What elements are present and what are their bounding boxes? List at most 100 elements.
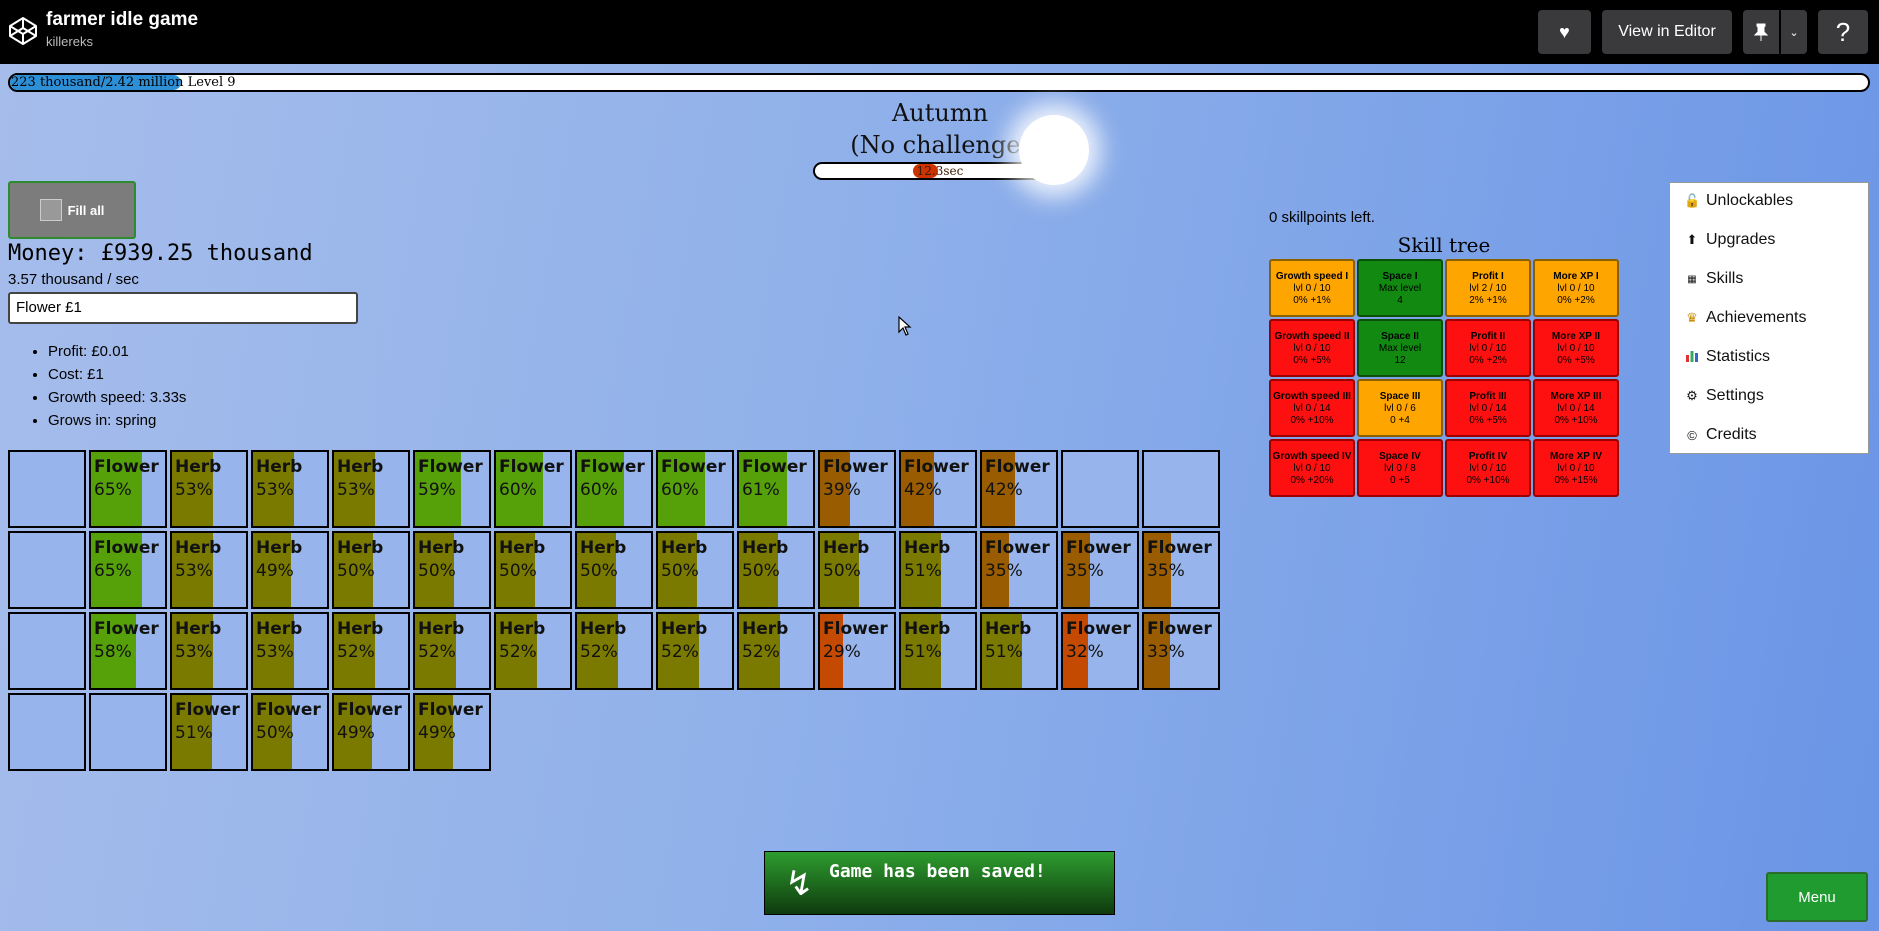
plot-cell[interactable]: Herb 52% (413, 612, 491, 690)
empty-plot-cell[interactable] (8, 531, 86, 609)
skill-node[interactable]: Profit Ilvl 2 / 10 2% +1% (1445, 259, 1531, 317)
plant-name: Flower (904, 457, 969, 477)
plot-cell[interactable]: Herb 52% (656, 612, 734, 690)
plot-cell[interactable]: Flower 49% (413, 693, 491, 771)
plot-cell[interactable]: Herb 52% (494, 612, 572, 690)
empty-plot-cell[interactable] (1061, 450, 1139, 528)
plot-cell[interactable]: Herb 49% (251, 531, 329, 609)
plot-cell[interactable]: Herb 53% (170, 612, 248, 690)
skill-name: Space III (1379, 391, 1421, 402)
plot-cell[interactable]: Herb 53% (251, 612, 329, 690)
growth-percent: 33% (1147, 642, 1185, 662)
view-in-editor-button[interactable]: View in Editor (1602, 10, 1732, 54)
skill-node[interactable]: More XP IV lvl 0 / 10 0% +15% (1533, 439, 1619, 497)
plot-cell[interactable]: Herb 53% (332, 450, 410, 528)
menu-item-credits[interactable]: © Credits (1684, 426, 1756, 444)
plot-cell[interactable]: Flower 60% (575, 450, 653, 528)
help-button[interactable]: ? (1818, 10, 1868, 54)
empty-plot-cell[interactable] (8, 693, 86, 771)
skill-node[interactable]: Growth speed IV lvl 0 / 10 0% +20% (1269, 439, 1355, 497)
pen-title[interactable]: farmer idle game (46, 9, 198, 31)
pin-button[interactable] (1743, 10, 1779, 54)
skill-node[interactable]: Growth speed Ilvl 0 / 10 0% +1% (1269, 259, 1355, 317)
menu-item-achievements[interactable]: ♛ Achievements (1684, 309, 1806, 327)
plot-cell[interactable]: Herb 50% (656, 531, 734, 609)
plot-cell[interactable]: Herb 50% (494, 531, 572, 609)
skill-node[interactable]: Growth speed II lvl 0 / 10 0% +5% (1269, 319, 1355, 377)
skill-node[interactable]: Space I Max level 4 (1357, 259, 1443, 317)
skill-name: Profit III (1469, 391, 1507, 402)
skill-node[interactable]: Growth speed III lvl 0 / 14 0% +10% (1269, 379, 1355, 437)
empty-plot-cell[interactable] (89, 693, 167, 771)
skill-node[interactable]: More XP III lvl 0 / 14 0% +10% (1533, 379, 1619, 437)
plot-cell[interactable]: Flower 32% (1061, 612, 1139, 690)
codepen-logo-icon[interactable] (8, 16, 38, 46)
plot-cell[interactable]: Flower 51% (170, 693, 248, 771)
growth-percent: 32% (1066, 642, 1104, 662)
plot-cell[interactable]: Flower 65% (89, 450, 167, 528)
plot-cell[interactable]: Flower 35% (1142, 531, 1220, 609)
plot-cell[interactable]: Flower 35% (980, 531, 1058, 609)
skill-name: Profit II (1470, 331, 1506, 342)
plot-cell[interactable]: Herb 50% (332, 531, 410, 609)
plot-cell[interactable]: Herb 50% (575, 531, 653, 609)
plot-cell[interactable]: Flower 39% (818, 450, 896, 528)
skill-node[interactable]: Profit III lvl 0 / 14 0% +5% (1445, 379, 1531, 437)
plant-name: Flower (661, 457, 726, 477)
plot-cell[interactable]: Flower 50% (251, 693, 329, 771)
growth-percent: 42% (985, 480, 1023, 500)
plot-cell[interactable]: Herb 52% (737, 612, 815, 690)
menu-item-unlockables[interactable]: 🔓 Unlockables (1684, 192, 1793, 210)
save-notification-text: Game has been saved! (829, 861, 1046, 882)
like-button[interactable]: ♥ (1538, 10, 1591, 54)
plot-cell[interactable]: Flower 42% (980, 450, 1058, 528)
plot-cell[interactable]: Herb 52% (332, 612, 410, 690)
pen-author[interactable]: killereks (46, 34, 93, 49)
skill-name: More XP II (1551, 331, 1601, 342)
plot-cell[interactable]: Herb 53% (251, 450, 329, 528)
empty-plot-cell[interactable] (1142, 450, 1220, 528)
plant-select[interactable]: Flower £1 (8, 292, 358, 324)
skill-node[interactable]: More XP II lvl 0 / 10 0% +5% (1533, 319, 1619, 377)
plot-cell[interactable]: Flower 59% (413, 450, 491, 528)
plot-cell[interactable]: Flower 60% (656, 450, 734, 528)
skill-node[interactable]: Profit IV lvl 0 / 10 0% +10% (1445, 439, 1531, 497)
fill-all-button[interactable]: Fill all (8, 181, 136, 239)
plot-cell[interactable]: Flower 49% (332, 693, 410, 771)
skill-node[interactable]: Profit II lvl 0 / 10 0% +2% (1445, 319, 1531, 377)
skill-eff: 0 +5 (1390, 475, 1410, 486)
plot-cell[interactable]: Flower 33% (1142, 612, 1220, 690)
plot-cell[interactable]: Herb 52% (575, 612, 653, 690)
plot-cell[interactable]: Flower 35% (1061, 531, 1139, 609)
menu-button[interactable]: Menu (1766, 872, 1868, 922)
skill-node[interactable]: More XP Ilvl 0 / 10 0% +2% (1533, 259, 1619, 317)
plot-cell[interactable]: Flower 29% (818, 612, 896, 690)
plot-cell[interactable]: Flower 65% (89, 531, 167, 609)
plot-cell[interactable]: Herb 51% (980, 612, 1058, 690)
plot-cell[interactable]: Herb 50% (818, 531, 896, 609)
skill-node[interactable]: Space II Max level 12 (1357, 319, 1443, 377)
plot-cell[interactable]: Herb 51% (899, 531, 977, 609)
plot-cell[interactable]: Herb 53% (170, 531, 248, 609)
plot-cell[interactable]: Herb 51% (899, 612, 977, 690)
plot-cell[interactable]: Flower 42% (899, 450, 977, 528)
empty-plot-cell[interactable] (8, 612, 86, 690)
empty-plot-cell[interactable] (8, 450, 86, 528)
skill-lvl: lvl 0 / 10 (1557, 463, 1595, 474)
plot-cell[interactable]: Herb 50% (737, 531, 815, 609)
lightning-icon: ↯ (785, 864, 814, 904)
menu-item-skills[interactable]: ▦ Skills (1684, 270, 1743, 288)
menu-item-upgrades[interactable]: ⬆ Upgrades (1684, 231, 1776, 249)
plot-cell[interactable]: Flower 60% (494, 450, 572, 528)
menu-item-settings[interactable]: ⚙ Settings (1684, 387, 1764, 405)
plot-cell[interactable]: Flower 58% (89, 612, 167, 690)
pin-dropdown-button[interactable]: ⌄ (1781, 10, 1807, 54)
plant-name: Flower (418, 700, 483, 720)
plot-cell[interactable]: Herb 53% (170, 450, 248, 528)
menu-item-statistics[interactable]: Statistics (1684, 348, 1770, 366)
plot-cell[interactable]: Flower 61% (737, 450, 815, 528)
plot-cell[interactable]: Herb 50% (413, 531, 491, 609)
xp-level: Level 9 (187, 75, 236, 90)
skill-node[interactable]: Space IV lvl 0 / 80 +5 (1357, 439, 1443, 497)
skill-node[interactable]: Space III lvl 0 / 60 +4 (1357, 379, 1443, 437)
